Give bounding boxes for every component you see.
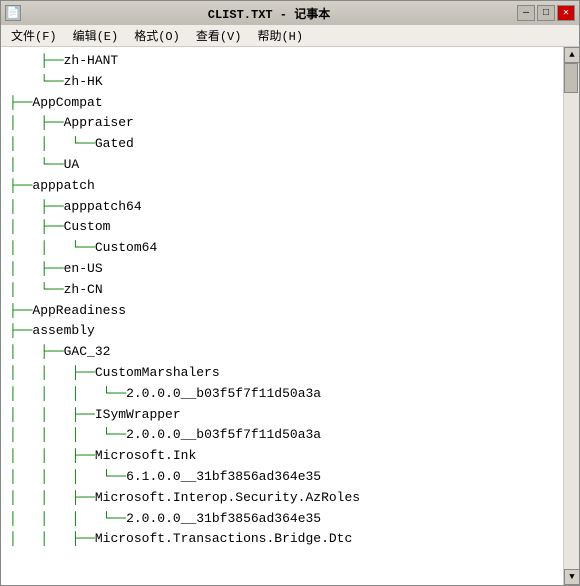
scroll-up-button[interactable]: ▲ <box>564 47 579 63</box>
content-area: ├──zh-HANT └──zh-HK ├──AppCompat │ ├──Ap… <box>1 47 579 585</box>
menu-edit[interactable]: 编辑(E) <box>67 25 125 46</box>
title-bar-buttons: — □ ✕ <box>517 5 575 21</box>
title-bar: 📄 CLIST.TXT - 记事本 — □ ✕ <box>1 1 579 25</box>
window-title: CLIST.TXT - 记事本 <box>21 5 517 22</box>
main-window: 📄 CLIST.TXT - 记事本 — □ ✕ 文件(F) 编辑(E) 格式(O… <box>0 0 580 586</box>
scrollbar: ▲ ▼ <box>563 47 579 585</box>
menu-file[interactable]: 文件(F) <box>5 25 63 46</box>
menu-bar: 文件(F) 编辑(E) 格式(O) 查看(V) 帮助(H) <box>1 25 579 47</box>
scroll-track[interactable] <box>564 63 579 569</box>
window-icon: 📄 <box>5 5 21 21</box>
scroll-thumb[interactable] <box>564 63 578 93</box>
menu-view[interactable]: 查看(V) <box>190 25 248 46</box>
maximize-button[interactable]: □ <box>537 5 555 21</box>
menu-format[interactable]: 格式(O) <box>128 25 186 46</box>
scroll-down-button[interactable]: ▼ <box>564 569 579 585</box>
text-editor[interactable]: ├──zh-HANT └──zh-HK ├──AppCompat │ ├──Ap… <box>1 47 563 585</box>
menu-help[interactable]: 帮助(H) <box>251 25 309 46</box>
close-button[interactable]: ✕ <box>557 5 575 21</box>
minimize-button[interactable]: — <box>517 5 535 21</box>
